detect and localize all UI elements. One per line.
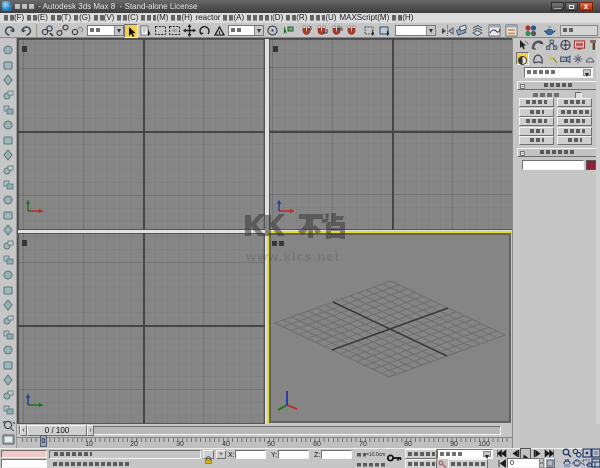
svg-text:3: 3: [309, 26, 312, 32]
svg-text:%: %: [338, 27, 343, 33]
